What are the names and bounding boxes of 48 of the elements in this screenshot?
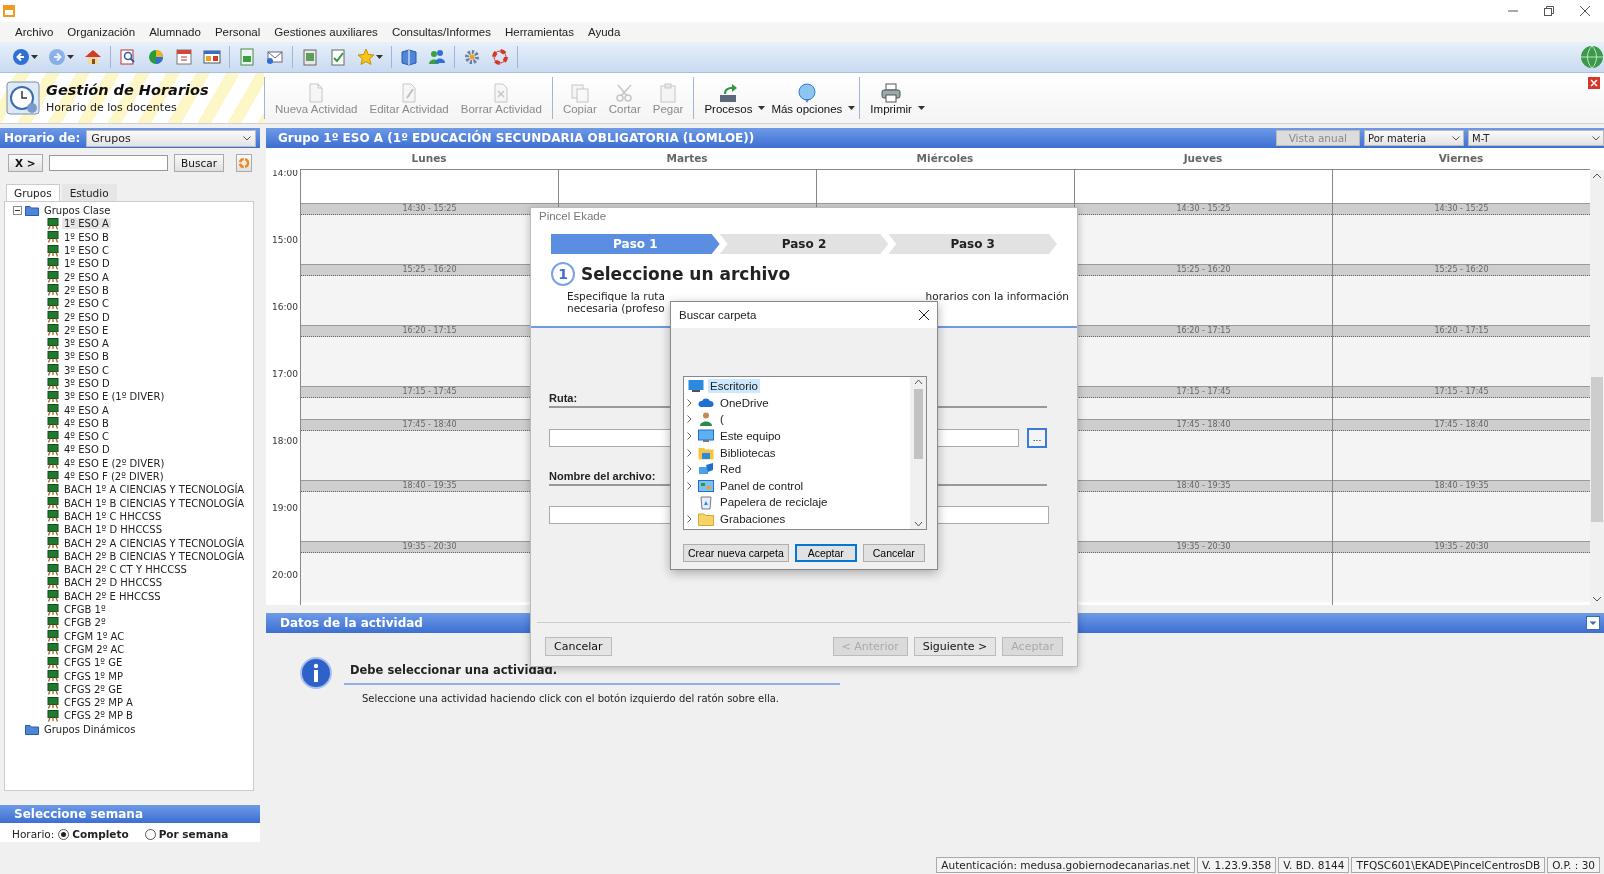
section-header: Seleccione semana bbox=[0, 805, 260, 823]
dialog-heading: Seleccione un archivo bbox=[581, 264, 791, 284]
dialog-title: Buscar carpeta bbox=[679, 309, 757, 321]
slot-time-label: 18:40 - 19:35 bbox=[1434, 481, 1489, 490]
status-segment: Autenticación: medusa.gobiernodecanarias.net bbox=[936, 857, 1195, 873]
slot-time-label: 17:45 - 18:40 bbox=[1434, 420, 1489, 429]
slot-time-label: 19:35 - 20:30 bbox=[402, 542, 457, 551]
slot-time-label: 16:20 - 17:15 bbox=[402, 326, 457, 335]
module-subtitle: Horario de los docentes bbox=[46, 101, 178, 114]
slot-time-label: 17:15 - 17:45 bbox=[402, 387, 457, 396]
module-title: Gestión de Horarios bbox=[46, 82, 209, 98]
status-segment: V. BD. 8144 bbox=[1278, 857, 1350, 873]
slot-time-label: 17:45 - 18:40 bbox=[402, 420, 457, 429]
panel-label: Horario de: bbox=[4, 131, 81, 145]
time-label: 15:00 bbox=[271, 235, 299, 247]
slot-time-label: 14:30 - 15:25 bbox=[1434, 204, 1489, 213]
slot-time-label: 14:30 - 15:25 bbox=[1176, 204, 1231, 213]
time-label: 19:00 bbox=[271, 503, 299, 515]
slot-time-label: 17:45 - 18:40 bbox=[1176, 420, 1231, 429]
slot-time-label: 16:20 - 17:15 bbox=[1434, 326, 1489, 335]
time-label: 14:00 bbox=[271, 170, 299, 180]
field-label: Horario: bbox=[12, 828, 55, 840]
dialog-title: Pincel Ekade bbox=[538, 209, 608, 224]
status-segment: TFQSC601\EKADE\PincelCentrosDB bbox=[1351, 857, 1546, 873]
slot-time-label: 14:30 - 15:25 bbox=[402, 204, 457, 213]
description-text: Especifique la ruta bbox=[567, 290, 665, 302]
slot-time-label: 18:40 - 19:35 bbox=[402, 481, 457, 490]
status-segment: V. 1.23.9.358 bbox=[1197, 857, 1277, 873]
slot-time-label: 16:20 - 17:15 bbox=[1176, 326, 1231, 335]
slot-time-label: 19:35 - 20:30 bbox=[1176, 542, 1231, 551]
message-text: Seleccione una actividad haciendo click con el botón izquierdo del ratón sobre ella. bbox=[361, 692, 781, 704]
step-number: 1 bbox=[551, 262, 575, 286]
slot-time-label: 19:35 - 20:30 bbox=[1434, 542, 1489, 551]
slot-time-label: 18:40 - 19:35 bbox=[1176, 481, 1231, 490]
time-label: 20:00 bbox=[271, 570, 299, 582]
time-label: 18:00 bbox=[271, 436, 299, 448]
description-text: horarios con la información bbox=[925, 290, 1069, 302]
slot-time-label: 17:15 - 17:45 bbox=[1434, 387, 1489, 396]
schedule-title: Grupo 1º ESO A (1º EDUCACIÓN SECUNDARIA OBLIGATORIA (LOMLOE)) bbox=[278, 131, 755, 145]
time-label: 17:00 bbox=[271, 369, 299, 381]
slot-time-label: 17:15 - 17:45 bbox=[1176, 387, 1231, 396]
slot-time-label: 15:25 - 16:20 bbox=[1434, 265, 1489, 274]
description-text: necesaria (profeso bbox=[567, 302, 665, 314]
slot-time-label: 15:25 - 16:20 bbox=[1176, 265, 1231, 274]
slot-time-label: 15:25 - 16:20 bbox=[402, 265, 457, 274]
section-title: Datos de la actividad bbox=[280, 616, 423, 630]
time-label: 16:00 bbox=[271, 302, 299, 314]
status-segment: O.P. : 30 bbox=[1547, 857, 1600, 873]
